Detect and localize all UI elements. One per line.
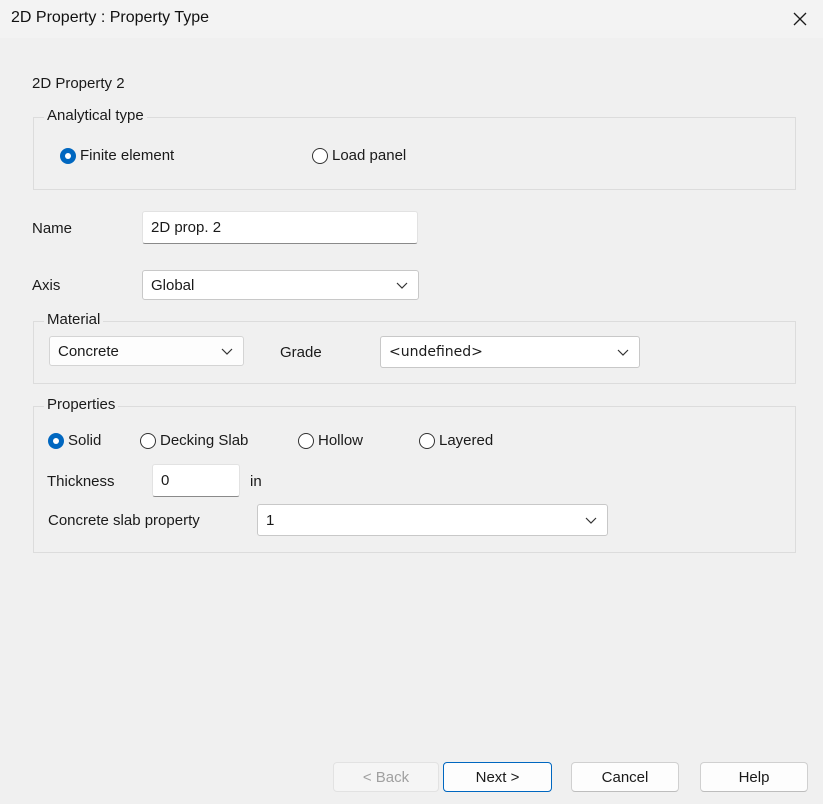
radio-indicator: [140, 432, 156, 449]
radio-label: Solid: [68, 432, 102, 449]
radio-decking-slab[interactable]: Decking Slab: [140, 432, 248, 449]
thickness-label: Thickness: [47, 473, 115, 490]
slab-property-value: 1: [266, 511, 275, 529]
material-type-select[interactable]: Concrete: [49, 336, 244, 366]
radio-indicator: [60, 147, 76, 164]
radio-indicator: [312, 147, 328, 164]
property-heading: 2D Property 2: [32, 75, 125, 92]
title-bar: 2D Property : Property Type: [0, 0, 823, 39]
radio-label: Finite element: [80, 147, 175, 164]
radio-indicator: [48, 432, 64, 449]
radio-indicator: [298, 432, 314, 449]
thickness-unit: in: [250, 473, 262, 490]
properties-group: Properties Solid Decking Slab Hollow Lay…: [33, 396, 796, 553]
chevron-down-icon: [583, 515, 599, 525]
cancel-button[interactable]: Cancel: [571, 762, 679, 792]
help-button[interactable]: Help: [700, 762, 808, 792]
analytical-type-group: Analytical type Finite element Load pane…: [33, 107, 796, 190]
slab-property-select[interactable]: 1: [257, 504, 608, 536]
grade-value: <undefined>: [389, 344, 483, 360]
close-button[interactable]: [777, 0, 823, 38]
thickness-field[interactable]: 0: [152, 464, 240, 497]
grade-label: Grade: [280, 344, 322, 361]
material-type-value: Concrete: [58, 342, 119, 360]
radio-label: Load panel: [332, 147, 407, 164]
material-group: Material Concrete Grade <undefined>: [33, 311, 796, 384]
axis-select[interactable]: Global: [142, 270, 419, 300]
radio-hollow[interactable]: Hollow: [298, 432, 363, 449]
grade-select[interactable]: <undefined>: [380, 336, 640, 368]
radio-indicator: [419, 432, 435, 449]
slab-property-label: Concrete slab property: [48, 512, 200, 529]
radio-label: Layered: [439, 432, 494, 449]
analytical-type-legend: Analytical type: [44, 107, 147, 124]
radio-label: Hollow: [318, 432, 364, 449]
close-icon: [793, 12, 807, 26]
back-button[interactable]: < Back: [333, 762, 439, 792]
axis-label: Axis: [32, 277, 61, 294]
chevron-down-icon: [394, 280, 410, 290]
radio-load-panel[interactable]: Load panel: [312, 147, 406, 164]
window-title: 2D Property : Property Type: [11, 9, 210, 26]
radio-label: Decking Slab: [160, 432, 249, 449]
radio-layered[interactable]: Layered: [419, 432, 493, 449]
chevron-down-icon: [219, 346, 235, 356]
name-label: Name: [32, 220, 73, 237]
radio-finite-element[interactable]: Finite element: [60, 147, 174, 164]
dialog-body: 2D Property 2 Analytical type Finite ele…: [0, 38, 823, 804]
radio-solid[interactable]: Solid: [48, 432, 101, 449]
next-button[interactable]: Next >: [443, 762, 552, 792]
axis-select-value: Global: [151, 276, 195, 294]
material-legend: Material: [44, 311, 104, 328]
chevron-down-icon: [615, 347, 631, 357]
properties-legend: Properties: [44, 396, 119, 413]
name-field[interactable]: 2D prop. 2: [142, 211, 418, 244]
